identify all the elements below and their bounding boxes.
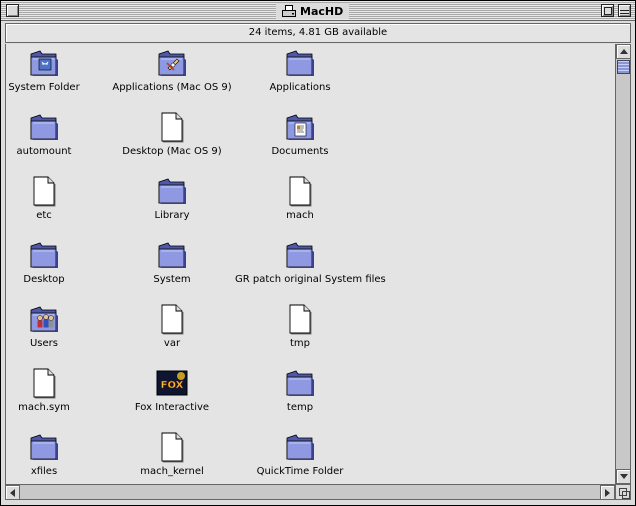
title-bar[interactable]: MacHD: [1, 1, 635, 21]
file-item-label[interactable]: Library: [107, 210, 237, 221]
file-item-var[interactable]: var: [107, 302, 237, 349]
file-item-label[interactable]: Desktop: [6, 274, 109, 285]
folder-icon[interactable]: [155, 238, 189, 272]
file-item-label[interactable]: xfiles: [6, 466, 109, 477]
folder-icon[interactable]: [283, 46, 317, 80]
documents-folder-icon[interactable]: [283, 110, 317, 144]
folder-icon[interactable]: [283, 366, 317, 400]
document-icon[interactable]: [283, 174, 317, 208]
file-item-mach-kernel[interactable]: mach_kernel: [107, 430, 237, 477]
hard-disk-icon: [282, 5, 296, 17]
file-item-mach-sym[interactable]: mach.sym: [6, 366, 109, 413]
folder-icon[interactable]: [283, 238, 317, 272]
window-frame-right: [631, 21, 635, 505]
file-item-temp[interactable]: temp: [235, 366, 365, 413]
folder-icon[interactable]: [27, 110, 61, 144]
vertical-scroll-thumb[interactable]: [617, 60, 630, 74]
system-folder-icon[interactable]: [27, 46, 61, 80]
status-header: 24 items, 4.81 GB available: [5, 23, 631, 43]
file-item-label[interactable]: System Folder: [6, 82, 109, 93]
file-item-label[interactable]: Applications: [235, 82, 365, 93]
horizontal-scrollbar[interactable]: [5, 484, 615, 500]
fox-interactive-icon[interactable]: FOX: [155, 366, 189, 400]
file-item-label[interactable]: Documents: [235, 146, 365, 157]
folder-icon[interactable]: [155, 174, 189, 208]
finder-window: MacHD 24 items, 4.81 GB available System…: [0, 0, 636, 506]
file-item-applications[interactable]: Applications: [235, 46, 365, 93]
file-item-system-folder[interactable]: System Folder: [6, 46, 109, 93]
file-item-label[interactable]: mach.sym: [6, 402, 109, 413]
file-item-library[interactable]: Library: [107, 174, 237, 221]
document-icon[interactable]: [27, 366, 61, 400]
document-icon[interactable]: [155, 302, 189, 336]
file-item-quicktime-folder[interactable]: QuickTime Folder: [235, 430, 365, 477]
scroll-down-arrow[interactable]: [616, 469, 631, 484]
file-item-documents[interactable]: Documents: [235, 110, 365, 157]
scroll-left-arrow[interactable]: [5, 485, 20, 500]
vertical-scrollbar[interactable]: [615, 44, 631, 484]
file-item-label[interactable]: var: [107, 338, 237, 349]
file-item-label[interactable]: tmp: [235, 338, 365, 349]
file-item-desktop-mac-os-9[interactable]: Desktop (Mac OS 9): [107, 110, 237, 157]
file-item-label[interactable]: Desktop (Mac OS 9): [107, 146, 237, 157]
file-item-applications-mac-os-9[interactable]: Applications (Mac OS 9): [107, 46, 237, 93]
file-item-fox-interactive[interactable]: FOX Fox Interactive: [107, 366, 237, 413]
close-box[interactable]: [6, 4, 19, 17]
file-item-label[interactable]: etc: [6, 210, 109, 221]
folder-icon[interactable]: [27, 238, 61, 272]
scroll-right-arrow[interactable]: [600, 485, 615, 500]
file-item-label[interactable]: Users: [6, 338, 109, 349]
file-item-gr-patch-original-system-files[interactable]: GR patch original System files: [235, 238, 386, 285]
document-icon[interactable]: [155, 110, 189, 144]
file-item-automount[interactable]: automount: [6, 110, 109, 157]
zoom-box[interactable]: [601, 4, 614, 17]
resize-box[interactable]: [615, 484, 631, 500]
file-item-etc[interactable]: etc: [6, 174, 109, 221]
applications-folder-icon[interactable]: [155, 46, 189, 80]
file-item-label[interactable]: Fox Interactive: [107, 402, 237, 413]
document-icon[interactable]: [27, 174, 61, 208]
file-item-label[interactable]: mach: [235, 210, 365, 221]
scroll-up-arrow[interactable]: [616, 44, 631, 59]
file-item-system[interactable]: System: [107, 238, 237, 285]
file-item-label[interactable]: GR patch original System files: [235, 274, 386, 285]
file-item-label[interactable]: mach_kernel: [107, 466, 237, 477]
file-item-desktop[interactable]: Desktop: [6, 238, 109, 285]
document-icon[interactable]: [155, 430, 189, 464]
file-item-label[interactable]: System: [107, 274, 237, 285]
file-item-xfiles[interactable]: xfiles: [6, 430, 109, 477]
icon-view[interactable]: System Folder Applications (Mac OS 9) Ap…: [5, 44, 615, 484]
file-item-mach[interactable]: mach: [235, 174, 365, 221]
folder-icon[interactable]: [27, 430, 61, 464]
svg-text:FOX: FOX: [161, 380, 184, 391]
file-item-label[interactable]: automount: [6, 146, 109, 157]
users-folder-icon[interactable]: [27, 302, 61, 336]
file-item-label[interactable]: temp: [235, 402, 365, 413]
file-item-tmp[interactable]: tmp: [235, 302, 365, 349]
window-title: MacHD: [276, 3, 350, 19]
document-icon[interactable]: [283, 302, 317, 336]
folder-icon[interactable]: [283, 430, 317, 464]
window-frame-bottom: [1, 500, 635, 505]
collapse-box[interactable]: [618, 4, 631, 17]
file-item-label[interactable]: QuickTime Folder: [235, 466, 365, 477]
file-item-users[interactable]: Users: [6, 302, 109, 349]
window-title-text: MacHD: [300, 4, 344, 18]
file-item-label[interactable]: Applications (Mac OS 9): [107, 82, 237, 93]
